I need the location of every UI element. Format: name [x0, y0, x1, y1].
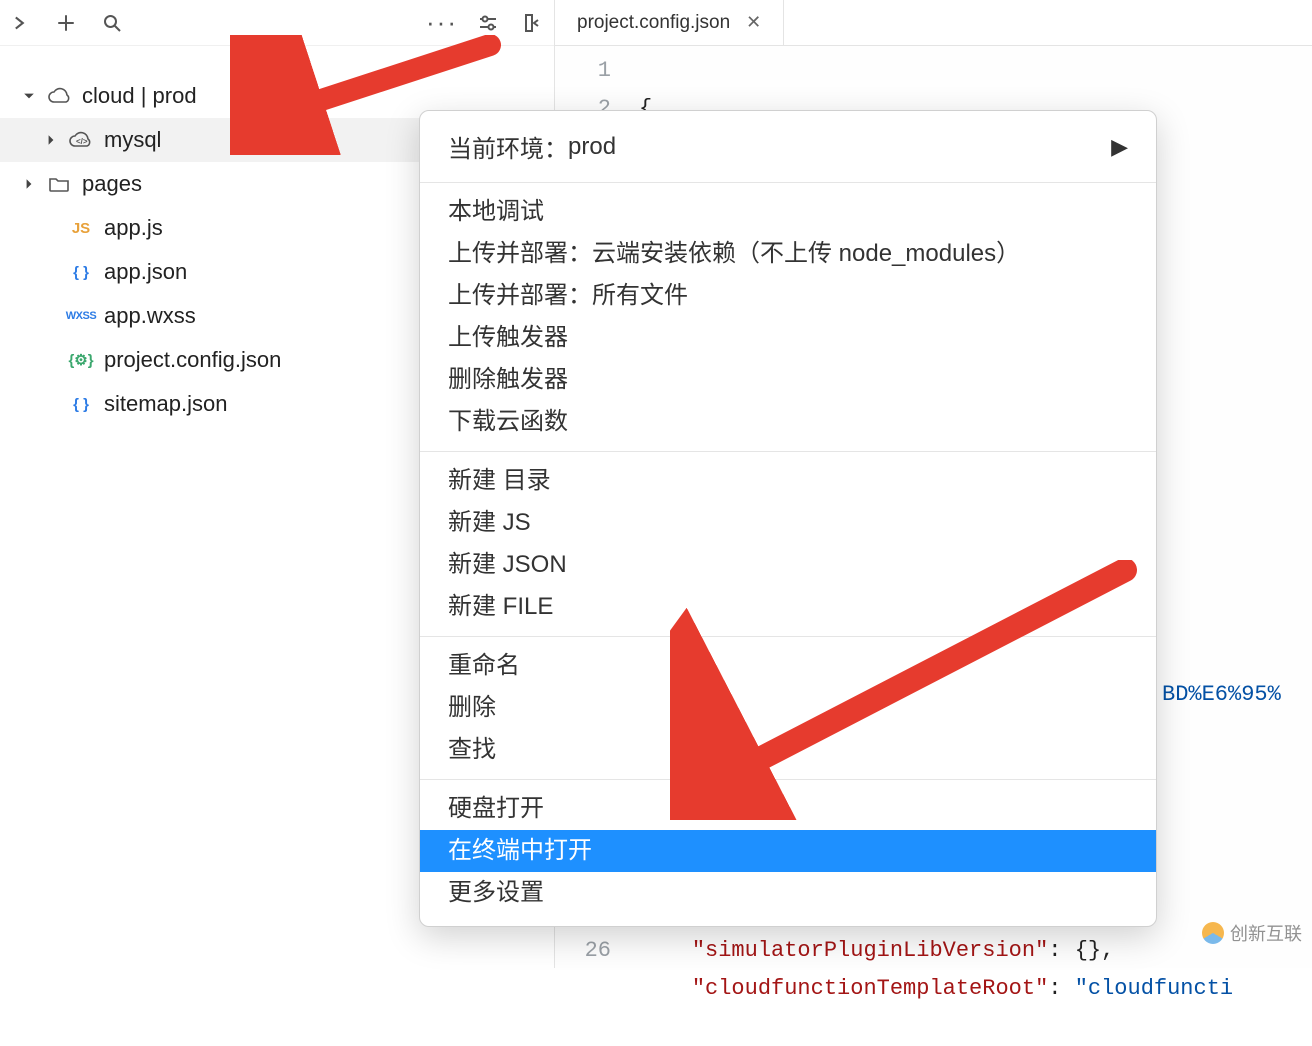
json-file-icon: { }	[68, 264, 94, 281]
context-menu-group: 新建 目录 新建 JS 新建 JSON 新建 FILE	[420, 452, 1156, 636]
menu-item-new-json[interactable]: 新建 JSON	[420, 544, 1156, 586]
watermark: 创新互联	[1202, 920, 1302, 946]
tab-label: project.config.json	[577, 12, 730, 34]
menu-item-local-debug[interactable]: 本地调试	[420, 191, 1156, 233]
tree-item-label: project.config.json	[104, 347, 281, 373]
cloud-function-icon: </>	[68, 131, 94, 149]
context-menu-header-label: 当前环境：	[448, 129, 568, 164]
line-number: 1	[555, 52, 611, 90]
code-token: "simulatorPluginLibVersion"	[692, 938, 1048, 963]
chevron-right-icon: ▶	[1111, 134, 1128, 160]
code-token: "cloudfuncti	[1075, 976, 1233, 1001]
menu-item-upload-deploy-cloud-deps[interactable]: 上传并部署：云端安装依赖（不上传 node_modules）	[420, 233, 1156, 275]
menu-item-upload-deploy-all[interactable]: 上传并部署：所有文件	[420, 275, 1156, 317]
tree-item-label: cloud | prod	[82, 83, 197, 109]
wxss-file-icon: WXSS	[68, 310, 94, 322]
more-icon[interactable]: ···	[428, 9, 456, 37]
context-menu-group: 本地调试 上传并部署：云端安装依赖（不上传 node_modules） 上传并部…	[420, 183, 1156, 451]
watermark-text: 创新互联	[1230, 920, 1302, 946]
cloud-icon	[46, 87, 72, 105]
chevron-right-icon	[44, 133, 58, 147]
json-file-icon: { }	[68, 396, 94, 413]
menu-item-rename[interactable]: 重命名	[420, 645, 1156, 687]
editor-tab-active[interactable]: project.config.json ✕	[555, 0, 784, 45]
tree-item-label: app.js	[104, 215, 163, 241]
menu-item-more-settings[interactable]: 更多设置	[420, 872, 1156, 914]
context-menu-header[interactable]: 当前环境： prod ▶	[420, 111, 1156, 182]
code-token: "cloudfunctionTemplateRoot"	[692, 976, 1048, 1001]
menu-item-find[interactable]: 查找	[420, 729, 1156, 771]
close-icon[interactable]: ✕	[746, 12, 761, 33]
context-menu-header-value: prod	[568, 133, 616, 161]
chevron-down-icon	[22, 89, 36, 103]
context-menu-group: 硬盘打开 在终端中打开 更多设置	[420, 780, 1156, 926]
menu-item-new-directory[interactable]: 新建 目录	[420, 460, 1156, 502]
tree-item-label: mysql	[104, 127, 161, 153]
menu-item-open-in-terminal[interactable]: 在终端中打开	[420, 830, 1156, 872]
menu-item-new-js[interactable]: 新建 JS	[420, 502, 1156, 544]
collapse-icon[interactable]	[6, 9, 34, 37]
panel-toggle-icon[interactable]	[520, 9, 548, 37]
settings-toggle-icon[interactable]	[474, 9, 502, 37]
tree-item-label: pages	[82, 171, 142, 197]
code-partial-text: BD%E6%95%	[1162, 682, 1281, 707]
add-icon[interactable]	[52, 9, 80, 37]
menu-item-download-cloud-function[interactable]: 下载云函数	[420, 401, 1156, 443]
search-icon[interactable]	[98, 9, 126, 37]
menu-item-delete[interactable]: 删除	[420, 687, 1156, 729]
js-file-icon: JS	[68, 220, 94, 237]
tree-item-label: sitemap.json	[104, 391, 228, 417]
watermark-logo-icon	[1202, 922, 1224, 944]
config-file-icon: {⚙}	[68, 351, 94, 369]
explorer-toolbar: ···	[0, 0, 554, 46]
tree-item-label: app.wxss	[104, 303, 196, 329]
line-number: 26	[555, 932, 611, 970]
menu-item-delete-trigger[interactable]: 删除触发器	[420, 359, 1156, 401]
code-token: {}	[1075, 938, 1101, 963]
menu-item-upload-trigger[interactable]: 上传触发器	[420, 317, 1156, 359]
editor-tabbar: project.config.json ✕	[555, 0, 1312, 46]
menu-item-reveal-in-disk[interactable]: 硬盘打开	[420, 788, 1156, 830]
folder-icon	[46, 175, 72, 193]
context-menu-group: 重命名 删除 查找	[420, 637, 1156, 779]
context-menu: 当前环境： prod ▶ 本地调试 上传并部署：云端安装依赖（不上传 node_…	[419, 110, 1157, 927]
svg-text:</>: </>	[76, 137, 88, 146]
menu-item-new-file[interactable]: 新建 FILE	[420, 586, 1156, 628]
chevron-right-icon	[22, 177, 36, 191]
tree-item-label: app.json	[104, 259, 187, 285]
